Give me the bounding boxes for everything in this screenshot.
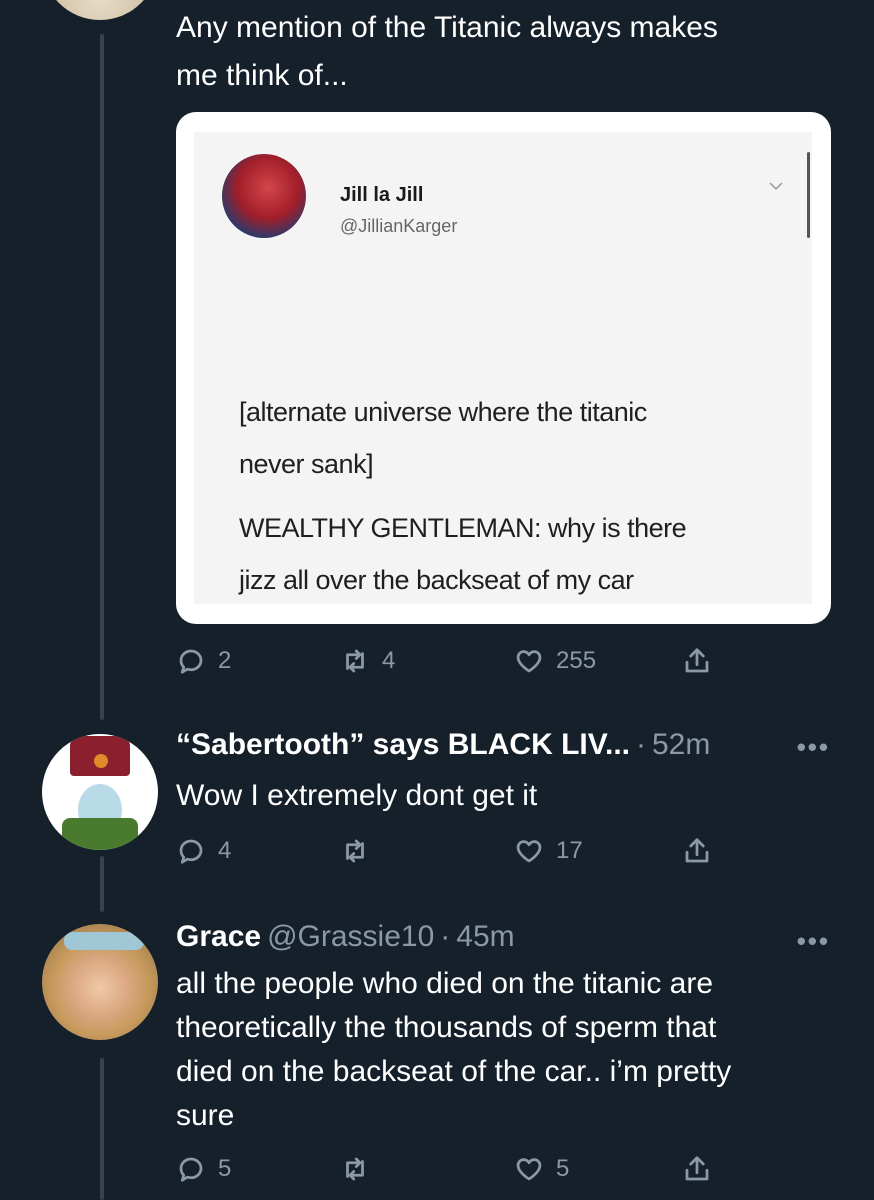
embedded-text-line: never sank]: [239, 449, 374, 479]
reply-header: “Sabertooth” says BLACK LIV... · 52m: [176, 728, 710, 762]
like-count: 5: [556, 1155, 570, 1182]
retweet-button[interactable]: 4: [340, 646, 395, 676]
retweet-button[interactable]: [340, 1154, 382, 1184]
like-count: 17: [556, 837, 583, 864]
thread-line: [100, 856, 104, 912]
reply-icon: [179, 649, 203, 674]
thread-line: [100, 34, 104, 720]
reply-button[interactable]: 4: [176, 836, 231, 866]
retweet-icon: [346, 839, 364, 863]
share-button[interactable]: [682, 646, 712, 676]
scrollbar: [807, 152, 810, 238]
thread-line: [100, 1058, 104, 1200]
share-button[interactable]: [682, 1154, 712, 1184]
avatar-art: [94, 754, 108, 768]
share-button[interactable]: [682, 836, 712, 866]
timestamp[interactable]: 45m: [456, 920, 514, 954]
avatar[interactable]: [42, 0, 158, 20]
avatar[interactable]: [42, 924, 158, 1040]
heart-icon: [516, 650, 542, 673]
retweet-count: 4: [382, 647, 396, 674]
tweet-text-line: died on the backseat of the car.. i’m pr…: [176, 1055, 732, 1088]
chevron-down-icon: [769, 182, 783, 191]
reply-count: 4: [218, 837, 232, 864]
embedded-text-line: jizz all over the backseat of my car: [239, 565, 634, 595]
reply-button[interactable]: 2: [176, 646, 231, 676]
avatar[interactable]: [42, 734, 158, 850]
reply-count: 2: [218, 647, 232, 674]
separator: ·: [635, 728, 646, 761]
like-count: 255: [556, 647, 597, 674]
heart-icon: [516, 840, 542, 863]
share-icon: [685, 648, 709, 673]
display-name[interactable]: Grace: [176, 920, 261, 954]
share-icon: [685, 838, 709, 863]
retweet-icon: [346, 1157, 364, 1181]
embedded-handle: @JillianKarger: [340, 216, 458, 236]
display-name[interactable]: “Sabertooth” says BLACK LIV...: [176, 728, 630, 762]
more-options-button[interactable]: •••: [797, 926, 830, 957]
embedded-text-line: [alternate universe where the titanic: [239, 397, 647, 427]
heart-icon: [516, 1158, 542, 1181]
tweet-text-line: Wow I extremely dont get it: [176, 779, 538, 812]
tweet-text-line: theoretically the thousands of sperm tha…: [176, 1011, 717, 1044]
tweet-text-line: sure: [176, 1099, 235, 1132]
retweet-icon: [346, 649, 364, 673]
embedded-avatar: [222, 154, 306, 238]
embedded-tweet-screenshot: Jill la Jill @JillianKarger [alternate u…: [194, 132, 812, 604]
reply-header: Grace @Grassie10 · 45m: [176, 920, 515, 954]
reply-icon: [179, 1157, 203, 1182]
like-button[interactable]: 255: [514, 646, 596, 676]
embedded-text-line: WEALTHY GENTLEMAN: why is there: [239, 513, 687, 543]
tweet-image[interactable]: Jill la Jill @JillianKarger [alternate u…: [176, 112, 831, 624]
avatar-art: [62, 818, 138, 850]
more-options-button[interactable]: •••: [797, 732, 830, 763]
reply-button[interactable]: 5: [176, 1154, 231, 1184]
timestamp[interactable]: 52m: [652, 728, 710, 762]
avatar-art: [64, 932, 144, 950]
retweet-button[interactable]: [340, 836, 382, 866]
tweet-text-line: me think of...: [176, 59, 348, 92]
user-handle[interactable]: @Grassie10: [267, 920, 434, 954]
tweet-text-line: Any mention of the Titanic always makes: [176, 11, 718, 44]
separator: ·: [440, 920, 451, 953]
like-button[interactable]: 17: [514, 836, 583, 866]
embedded-name: Jill la Jill: [340, 184, 424, 206]
share-icon: [685, 1156, 709, 1181]
tweet-text-line: all the people who died on the titanic a…: [176, 967, 714, 1000]
like-button[interactable]: 5: [514, 1154, 569, 1184]
reply-count: 5: [218, 1155, 232, 1182]
reply-icon: [179, 839, 203, 864]
